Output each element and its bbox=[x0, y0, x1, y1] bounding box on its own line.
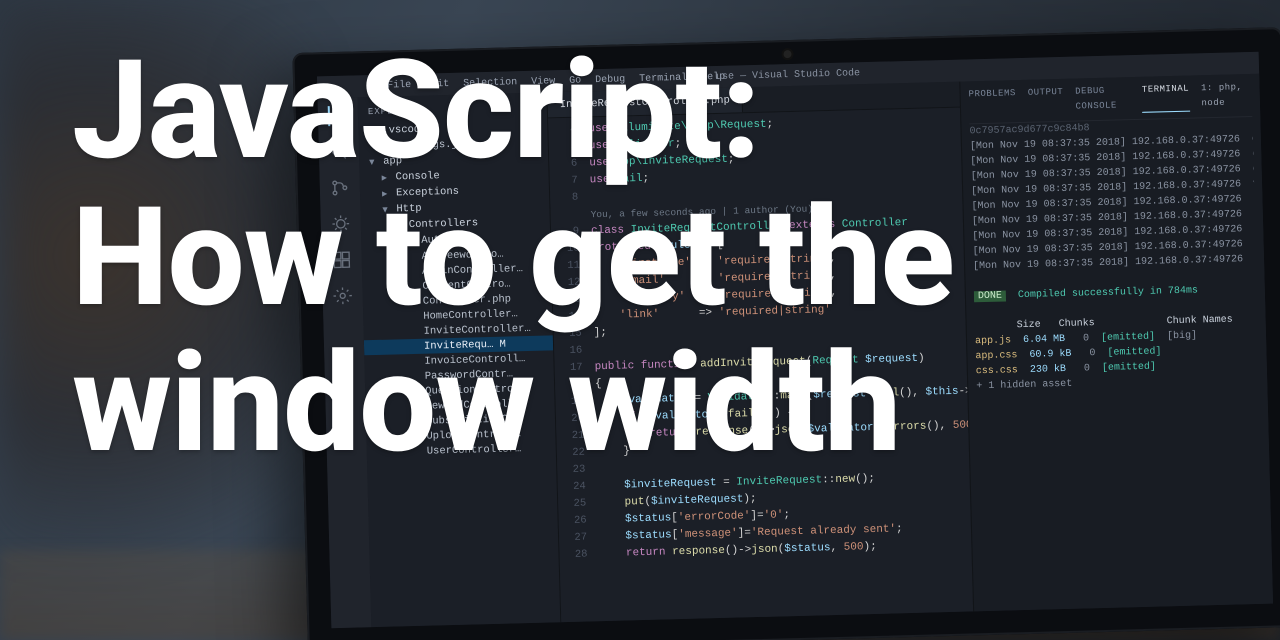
hero-thumbnail: FileEditSelectionViewGoDebugTerminalHelp… bbox=[0, 0, 1280, 640]
headline-line-3: window width bbox=[72, 331, 1260, 478]
headline-line-1: JavaScript: bbox=[72, 38, 1260, 185]
headline-overlay: JavaScript: How to get the window width bbox=[72, 38, 1260, 478]
headline-line-2: How to get the bbox=[72, 185, 1260, 332]
